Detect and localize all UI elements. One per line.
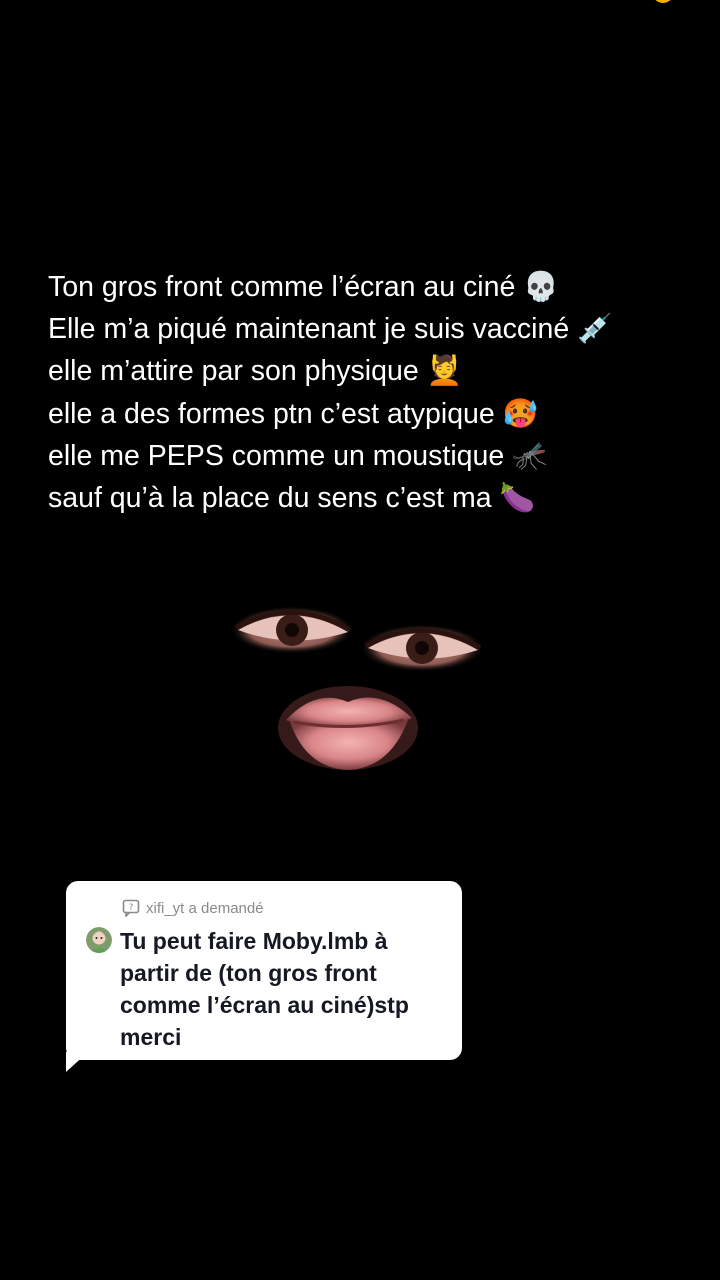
lyric-text: elle me PEPS comme un moustique (48, 439, 505, 472)
lyric-line: elle me PEPS comme un moustique 🦟 (48, 435, 688, 477)
lyric-line: Ton gros front comme l’écran au ciné 💀 (48, 266, 688, 308)
lyric-line: elle a des formes ptn c’est atypique 🥵 (48, 393, 688, 435)
face-massage-icon: 💆 (426, 354, 463, 388)
lyric-text: elle m’attire par son physique (48, 355, 419, 388)
mosquito-icon: 🦟 (512, 438, 548, 472)
reply-question-card[interactable]: ? xifi_yt a demandé Tu peut faire Moby.l… (66, 881, 462, 1060)
lyric-line: sauf qu’à la place du sens c’est ma 🍆 (48, 477, 688, 519)
masked-face-image (230, 606, 484, 770)
lyric-text: sauf qu’à la place du sens c’est ma (48, 482, 492, 515)
lyric-text: elle a des formes ptn c’est atypique (48, 397, 495, 430)
left-eye (230, 606, 354, 654)
question-bubble-icon: ? (122, 899, 140, 917)
reply-card-tail (66, 1052, 88, 1072)
partial-emoji-icon (655, 0, 671, 3)
eggplant-icon: 🍆 (499, 481, 536, 515)
lyric-text: Ton gros front comme l’écran au ciné (48, 271, 516, 303)
reply-header-text: xifi_yt a demandé (146, 899, 264, 917)
lyrics-text-block: Ton gros front comme l’écran au ciné 💀 El… (48, 266, 688, 519)
reply-body: Tu peut faire Moby.lmb à partir de (ton … (86, 925, 450, 1053)
reply-header: ? xifi_yt a demandé (122, 899, 264, 917)
svg-text:?: ? (129, 903, 134, 913)
lips (278, 686, 418, 770)
skull-icon: 💀 (523, 270, 559, 303)
lyric-text: Elle m’a piqué maintenant je suis vaccin… (48, 313, 570, 346)
reply-question-text: Tu peut faire Moby.lmb à partir de (ton … (120, 928, 409, 1050)
right-eye (360, 624, 484, 672)
lyric-line: Elle m’a piqué maintenant je suis vaccin… (48, 308, 688, 350)
lyric-line: elle m’attire par son physique 💆 (48, 350, 688, 392)
avatar[interactable] (86, 927, 112, 953)
hot-face-icon: 🥵 (502, 396, 539, 430)
syringe-icon: 💉 (577, 312, 613, 346)
